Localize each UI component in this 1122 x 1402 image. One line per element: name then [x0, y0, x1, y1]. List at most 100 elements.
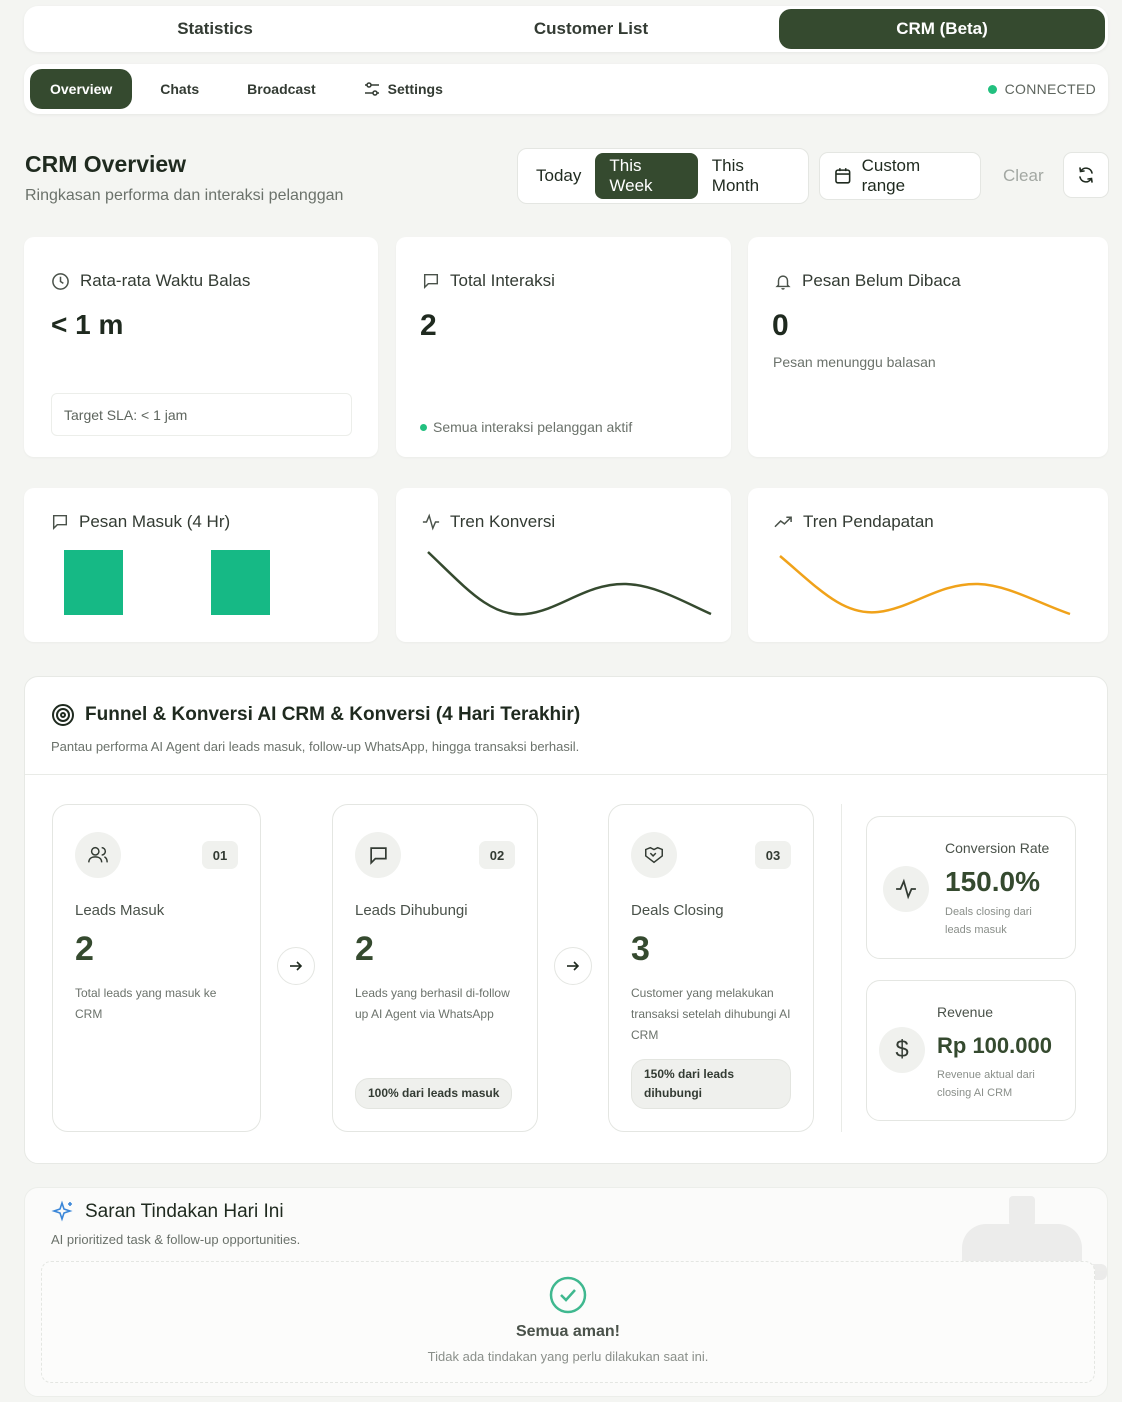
subnav-broadcast-label: Broadcast: [247, 81, 316, 97]
stage-description: Leads yang berhasil di-follow up AI Agen…: [355, 986, 510, 1021]
subnav-overview[interactable]: Overview: [30, 69, 133, 109]
calendar-icon: [835, 168, 851, 184]
sparkles-icon: [51, 1200, 73, 1222]
refresh-button[interactable]: [1063, 152, 1109, 198]
range-today-button[interactable]: Today: [522, 153, 595, 199]
incoming-chart-card: Pesan Masuk (4 Hr): [24, 488, 378, 642]
subnav-chats[interactable]: Chats: [140, 69, 219, 109]
interactions-note: Semua interaksi pelanggan aktif: [420, 419, 632, 435]
arrow-right-icon: [567, 961, 580, 971]
top-tabs: Statistics Customer List CRM (Beta): [24, 6, 1108, 52]
message-icon-wrap: [355, 832, 401, 878]
sliders-icon: [364, 82, 379, 96]
revenue-value: Rp 100.000: [937, 1033, 1052, 1058]
empty-state-subtitle: Tidak ada tindakan yang perlu dilakukan …: [427, 1349, 709, 1364]
interactions-value: 2: [420, 309, 437, 342]
date-range-group: Today This Week This Month: [517, 148, 809, 204]
page-subtitle: Ringkasan performa dan interaksi pelangg…: [25, 187, 344, 204]
empty-state-title: Semua aman!: [515, 1323, 621, 1340]
reply-time-card: Rata-rata Waktu Balas < 1 m Target SLA: …: [24, 237, 378, 457]
suggestions-header: Saran Tindakan Hari Ini: [51, 1200, 284, 1224]
conversion-rate-label: Conversion Rate: [945, 840, 1050, 856]
funnel-stage-leads-dihubungi: 02 Leads Dihubungi 2 Leads yang berhasil…: [332, 804, 538, 1132]
suggestions-title: Saran Tindakan Hari Ini: [85, 1201, 284, 1222]
conversion-trend-card: Tren Konversi: [396, 488, 731, 642]
conversion-rate-note: Deals closing dari leads masuk: [945, 906, 1032, 936]
sub-navigation: Overview Chats Broadcast Settings CONNEC…: [24, 64, 1108, 114]
stage-description: Total leads yang masuk ke CRM: [75, 986, 217, 1021]
stage-percentage-pill: 100% dari leads masuk: [355, 1078, 513, 1109]
check-circle-icon: [549, 1276, 587, 1314]
status-dot: [987, 84, 997, 94]
unread-card: Pesan Belum Dibaca 0 Pesan menunggu bala…: [748, 237, 1108, 457]
revenue-trend-line: [779, 555, 1071, 616]
interactions-header: Total Interaksi: [422, 271, 555, 291]
arrow-right-icon: [290, 961, 303, 971]
range-this-month-button[interactable]: This Month: [698, 153, 804, 199]
stage-number: 02: [479, 841, 515, 869]
subnav-settings-label: Settings: [387, 81, 443, 97]
refresh-icon: [1079, 167, 1093, 183]
stage-percentage-pill: 150% dari leads dihubungi: [631, 1059, 791, 1109]
stage-value: 2: [355, 930, 374, 968]
conversion-trend-line: [427, 551, 712, 616]
unread-header: Pesan Belum Dibaca: [774, 271, 961, 291]
conversion-rate-card: Conversion Rate 150.0% Deals closing dar…: [866, 816, 1076, 959]
incoming-chart-title: Pesan Masuk (4 Hr): [79, 512, 231, 531]
incoming-chart-header: Pesan Masuk (4 Hr): [51, 512, 230, 532]
subnav-broadcast[interactable]: Broadcast: [227, 69, 335, 109]
message-icon: [369, 846, 387, 865]
dollar-icon-wrap: $: [879, 1027, 925, 1073]
unread-title: Pesan Belum Dibaca: [802, 271, 961, 290]
funnel-header: Funnel & Konversi AI CRM & Konversi (4 H…: [51, 703, 580, 727]
revenue-trend-card: Tren Pendapatan: [748, 488, 1108, 642]
subnav-overview-label: Overview: [50, 81, 113, 97]
tab-statistics[interactable]: Statistics: [27, 9, 403, 49]
interactions-card: Total Interaksi 2 Semua interaksi pelang…: [396, 237, 731, 457]
subnav-settings[interactable]: Settings: [344, 69, 463, 109]
tab-crm-beta[interactable]: CRM (Beta): [779, 9, 1105, 49]
reply-time-value: < 1 m: [51, 309, 124, 340]
dollar-icon: $: [895, 1036, 909, 1063]
interactions-note-label: Semua interaksi pelanggan aktif: [433, 419, 633, 435]
connection-status: CONNECTED: [987, 81, 1102, 97]
revenue-note: Revenue aktual dari closing AI CRM: [937, 1069, 1035, 1099]
stage-label: Deals Closing: [631, 902, 724, 919]
divider: [25, 774, 1107, 775]
tab-customer-list[interactable]: Customer List: [403, 9, 779, 49]
message-icon: [423, 273, 439, 290]
empty-state: Semua aman! Tidak ada tindakan yang perl…: [41, 1261, 1095, 1383]
funnel-section: Funnel & Konversi AI CRM & Konversi (4 H…: [24, 676, 1108, 1164]
check-circle-icon-wrap: [549, 1276, 587, 1314]
stage-number: 03: [755, 841, 791, 869]
revenue-label: Revenue: [937, 1004, 994, 1020]
suggestions-section: Saran Tindakan Hari Ini AI prioritized t…: [24, 1187, 1108, 1397]
handshake-icon: [645, 846, 663, 864]
funnel-stage-deals-closing: 03 Deals Closing 3 Customer yang melakuk…: [608, 804, 814, 1132]
funnel-subtitle: Pantau performa AI Agent dari leads masu…: [51, 739, 580, 754]
funnel-arrow: [277, 947, 315, 985]
stage-description: Customer yang melakukan transaksi setela…: [631, 986, 791, 1042]
activity-icon: [896, 878, 916, 900]
clock-icon: [52, 272, 69, 290]
custom-range-label: Custom range: [861, 156, 921, 195]
stage-label: Leads Dihubungi: [355, 902, 468, 919]
page-title: CRM Overview: [25, 151, 187, 177]
stage-number: 01: [202, 841, 238, 869]
activity-icon-wrap: [883, 866, 929, 912]
subnav-chats-label: Chats: [160, 81, 200, 97]
stage-value: 2: [75, 930, 94, 968]
reply-time-title: Rata-rata Waktu Balas: [80, 271, 251, 290]
custom-range-button[interactable]: Custom range: [819, 152, 981, 200]
handshake-icon-wrap: [631, 832, 677, 878]
divider: [841, 804, 842, 1132]
sla-target: Target SLA: < 1 jam: [51, 393, 352, 436]
incoming-bar-1: [64, 550, 123, 615]
stage-label: Leads Masuk: [75, 902, 165, 919]
suggestions-subtitle: AI prioritized task & follow-up opportun…: [51, 1232, 301, 1247]
funnel-stage-leads-masuk: 01 Leads Masuk 2 Total leads yang masuk …: [52, 804, 261, 1132]
range-this-week-button[interactable]: This Week: [595, 153, 698, 199]
clear-button[interactable]: Clear: [1003, 166, 1044, 186]
bell-icon: [775, 274, 791, 290]
connection-status-label: CONNECTED: [1004, 81, 1096, 97]
